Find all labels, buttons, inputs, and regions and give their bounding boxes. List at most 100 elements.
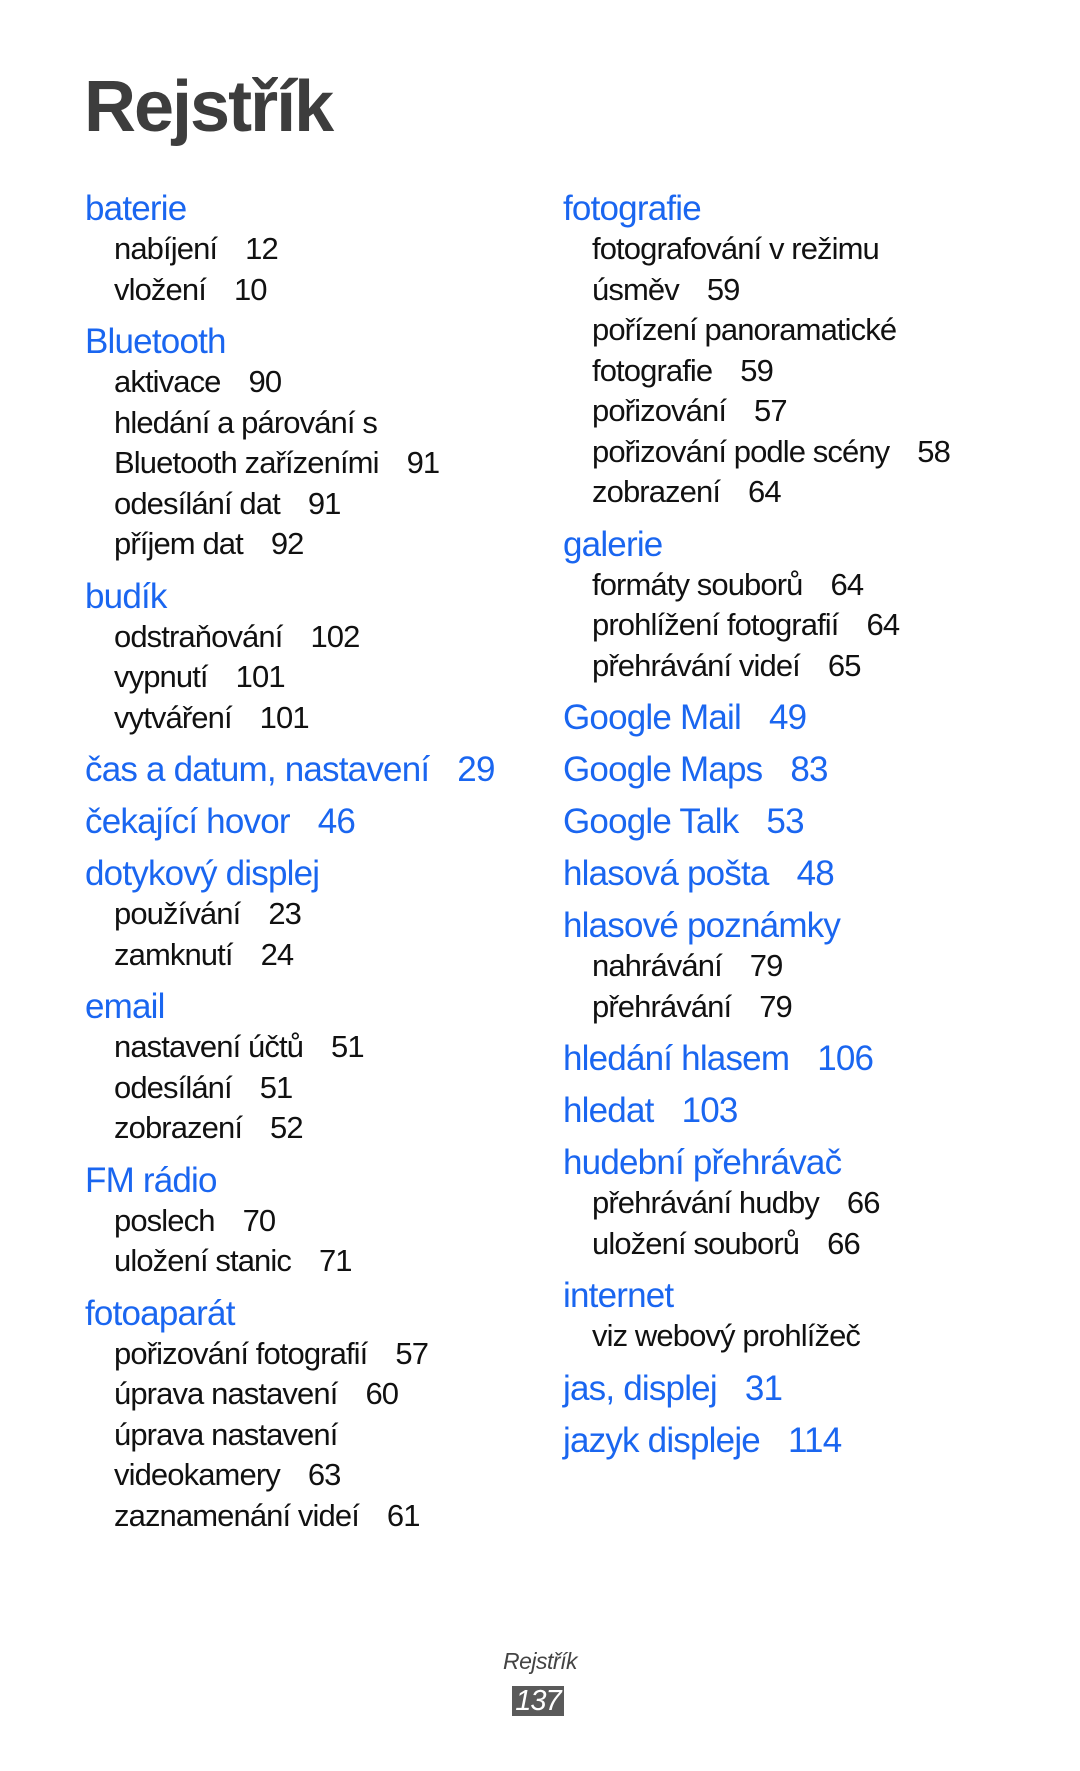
index-term: FM rádio (85, 1160, 217, 1200)
subentry-text-line: hledání a párování s (114, 404, 378, 440)
index-heading: Bluetooth (85, 321, 525, 362)
page-reference: 103 (681, 1091, 739, 1130)
subentry-text-line: vytváření 101 (114, 698, 525, 739)
subentry-text: Bluetooth zařízeními (114, 445, 379, 480)
subentry-text-line: fotografie 59 (592, 351, 1063, 392)
subentry-text-line: formáty souborů 64 (592, 565, 1063, 606)
page-reference: 90 (248, 364, 283, 399)
page-reference: 66 (827, 1225, 861, 1261)
page-reference: 79 (759, 988, 793, 1024)
index-heading: čekající hovor 46 (85, 801, 525, 842)
index-subentry: zaznamenání videí 61 (85, 1496, 525, 1537)
page-number: 137 (512, 1686, 564, 1716)
page-reference: 64 (830, 566, 865, 602)
index-term: internet (563, 1276, 674, 1315)
index-subentry: aktivace 90 (85, 362, 525, 403)
subentry-text: pořizování fotografií (114, 1335, 368, 1371)
index-heading: fotografie (563, 188, 1063, 229)
index-subentry: formáty souborů 64 (563, 565, 1063, 606)
index-term: jazyk displeje (563, 1420, 761, 1460)
index-term: fotografie (563, 189, 702, 228)
index-subentry: uložení souborů 66 (563, 1224, 1063, 1265)
index-subentry: vytváření 101 (85, 698, 525, 739)
subentry-text-line: pořizování 57 (592, 391, 1063, 432)
page-reference: 83 (790, 750, 828, 789)
index-term: jas, displej (563, 1368, 718, 1408)
index-subentry: vypnutí 101 (85, 657, 525, 698)
subentry-text-line: přehrávání 79 (592, 987, 1063, 1028)
subentry-text-line: vypnutí 101 (114, 657, 525, 698)
page-reference: 59 (706, 271, 741, 307)
index-subentry: pořizování fotografií 57 (85, 1334, 525, 1375)
subentry-text-line: úsměv 59 (592, 270, 1063, 311)
subentry-text: používání (114, 896, 241, 931)
index-subentry: nastavení účtů 51 (85, 1027, 525, 1068)
index-subentry: prohlížení fotografií 64 (563, 605, 1063, 646)
page-reference: 102 (310, 618, 360, 654)
index-heading: FM rádio (85, 1160, 525, 1201)
page-reference: 91 (307, 485, 342, 521)
subentry-text: vytváření (114, 699, 233, 735)
subentry-text-line: pořizování podle scény 58 (592, 432, 1063, 473)
subentry-text-line: Bluetooth zařízeními 91 (114, 443, 525, 484)
subentry-text-line: aktivace 90 (114, 362, 525, 403)
subentry-text-line: odesílání dat 91 (114, 484, 525, 525)
index-subentry: hledání a párování s Bluetooth zařízeními… (85, 403, 525, 484)
index-subentry: nahrávání 79 (563, 946, 1063, 987)
subentry-text: zaznamenání videí (114, 1497, 360, 1533)
index-subentry: odstraňování 102 (85, 617, 525, 658)
page-reference: 71 (318, 1243, 353, 1278)
subentry-text: videokamery (114, 1457, 281, 1492)
subentry-text: vypnutí (114, 659, 209, 694)
index-term: email (85, 987, 165, 1026)
subentry-text: vložení (114, 271, 207, 307)
index-heading: budík (85, 576, 525, 617)
page-reference: 58 (917, 433, 951, 469)
footer-section-label: Rejstřík (503, 1648, 577, 1674)
subentry-text-line: nahrávání 79 (592, 946, 1063, 987)
index-subentry: pořízení panoramatické fotografie 59 (563, 310, 1063, 391)
subentry-text-line: zamknutí 24 (114, 935, 525, 976)
subentry-text: pořizování (592, 393, 727, 428)
subentry-text-line: odstraňování 102 (114, 617, 525, 658)
index-subentry: přehrávání videí 65 (563, 646, 1063, 687)
index-heading: Google Mail 49 (563, 697, 1063, 738)
index-subentry: odesílání dat 91 (85, 484, 525, 525)
index-subentry: odesílání 51 (85, 1068, 525, 1109)
subentry-text-line: úprava nastavení (114, 1416, 338, 1452)
subentry-text-line: nabíjení 12 (114, 229, 525, 270)
subentry-text: zamknutí (114, 936, 233, 972)
subentry-text: odesílání dat (114, 485, 281, 521)
page-reference: 63 (307, 1457, 342, 1492)
index-term: baterie (85, 189, 187, 228)
index-term: čas a datum, nastavení (85, 750, 430, 789)
index-heading: hlasová pošta 48 (563, 853, 1063, 894)
subentry-text-line: uložení souborů 66 (592, 1224, 1063, 1265)
index-subentry: úprava nastavení 60 (85, 1374, 525, 1415)
subentry-text: úsměv (592, 271, 680, 307)
page-reference: 65 (827, 647, 862, 683)
index-heading: čas a datum, nastavení 29 (85, 749, 525, 790)
index-heading: fotoaparát (85, 1293, 525, 1334)
page-reference: 60 (365, 1376, 399, 1411)
subentry-text-line: pořízení panoramatické (592, 312, 897, 347)
page-reference: 66 (846, 1185, 881, 1220)
page-reference: 51 (331, 1029, 365, 1064)
subentry-text-line: nastavení účtů 51 (114, 1027, 525, 1068)
subentry-text: zobrazení (114, 1110, 243, 1145)
index-column-left: baterie nabíjení 12 vložení 10 Bluetooth aktiv… (85, 177, 525, 1536)
page-reference: 70 (242, 1202, 277, 1238)
index-term: hudební přehrávač (563, 1143, 842, 1182)
index-heading: galerie (563, 524, 1063, 565)
subentry-text: přehrávání hudby (592, 1185, 820, 1220)
index-subentry: zobrazení 52 (85, 1108, 525, 1149)
index-subentry: viz webový prohlížeč (563, 1316, 1063, 1357)
subentry-text: úprava nastavení (114, 1376, 338, 1411)
subentry-text: nahrávání (592, 948, 723, 983)
page-title: Rejstřík (84, 67, 334, 147)
subentry-text-line: vložení 10 (114, 270, 525, 311)
index-term: Google Maps (563, 750, 763, 789)
page-reference: 57 (395, 1335, 429, 1371)
index-term: hledání hlasem (563, 1039, 790, 1078)
subentry-text: viz webový prohlížeč (592, 1318, 861, 1353)
